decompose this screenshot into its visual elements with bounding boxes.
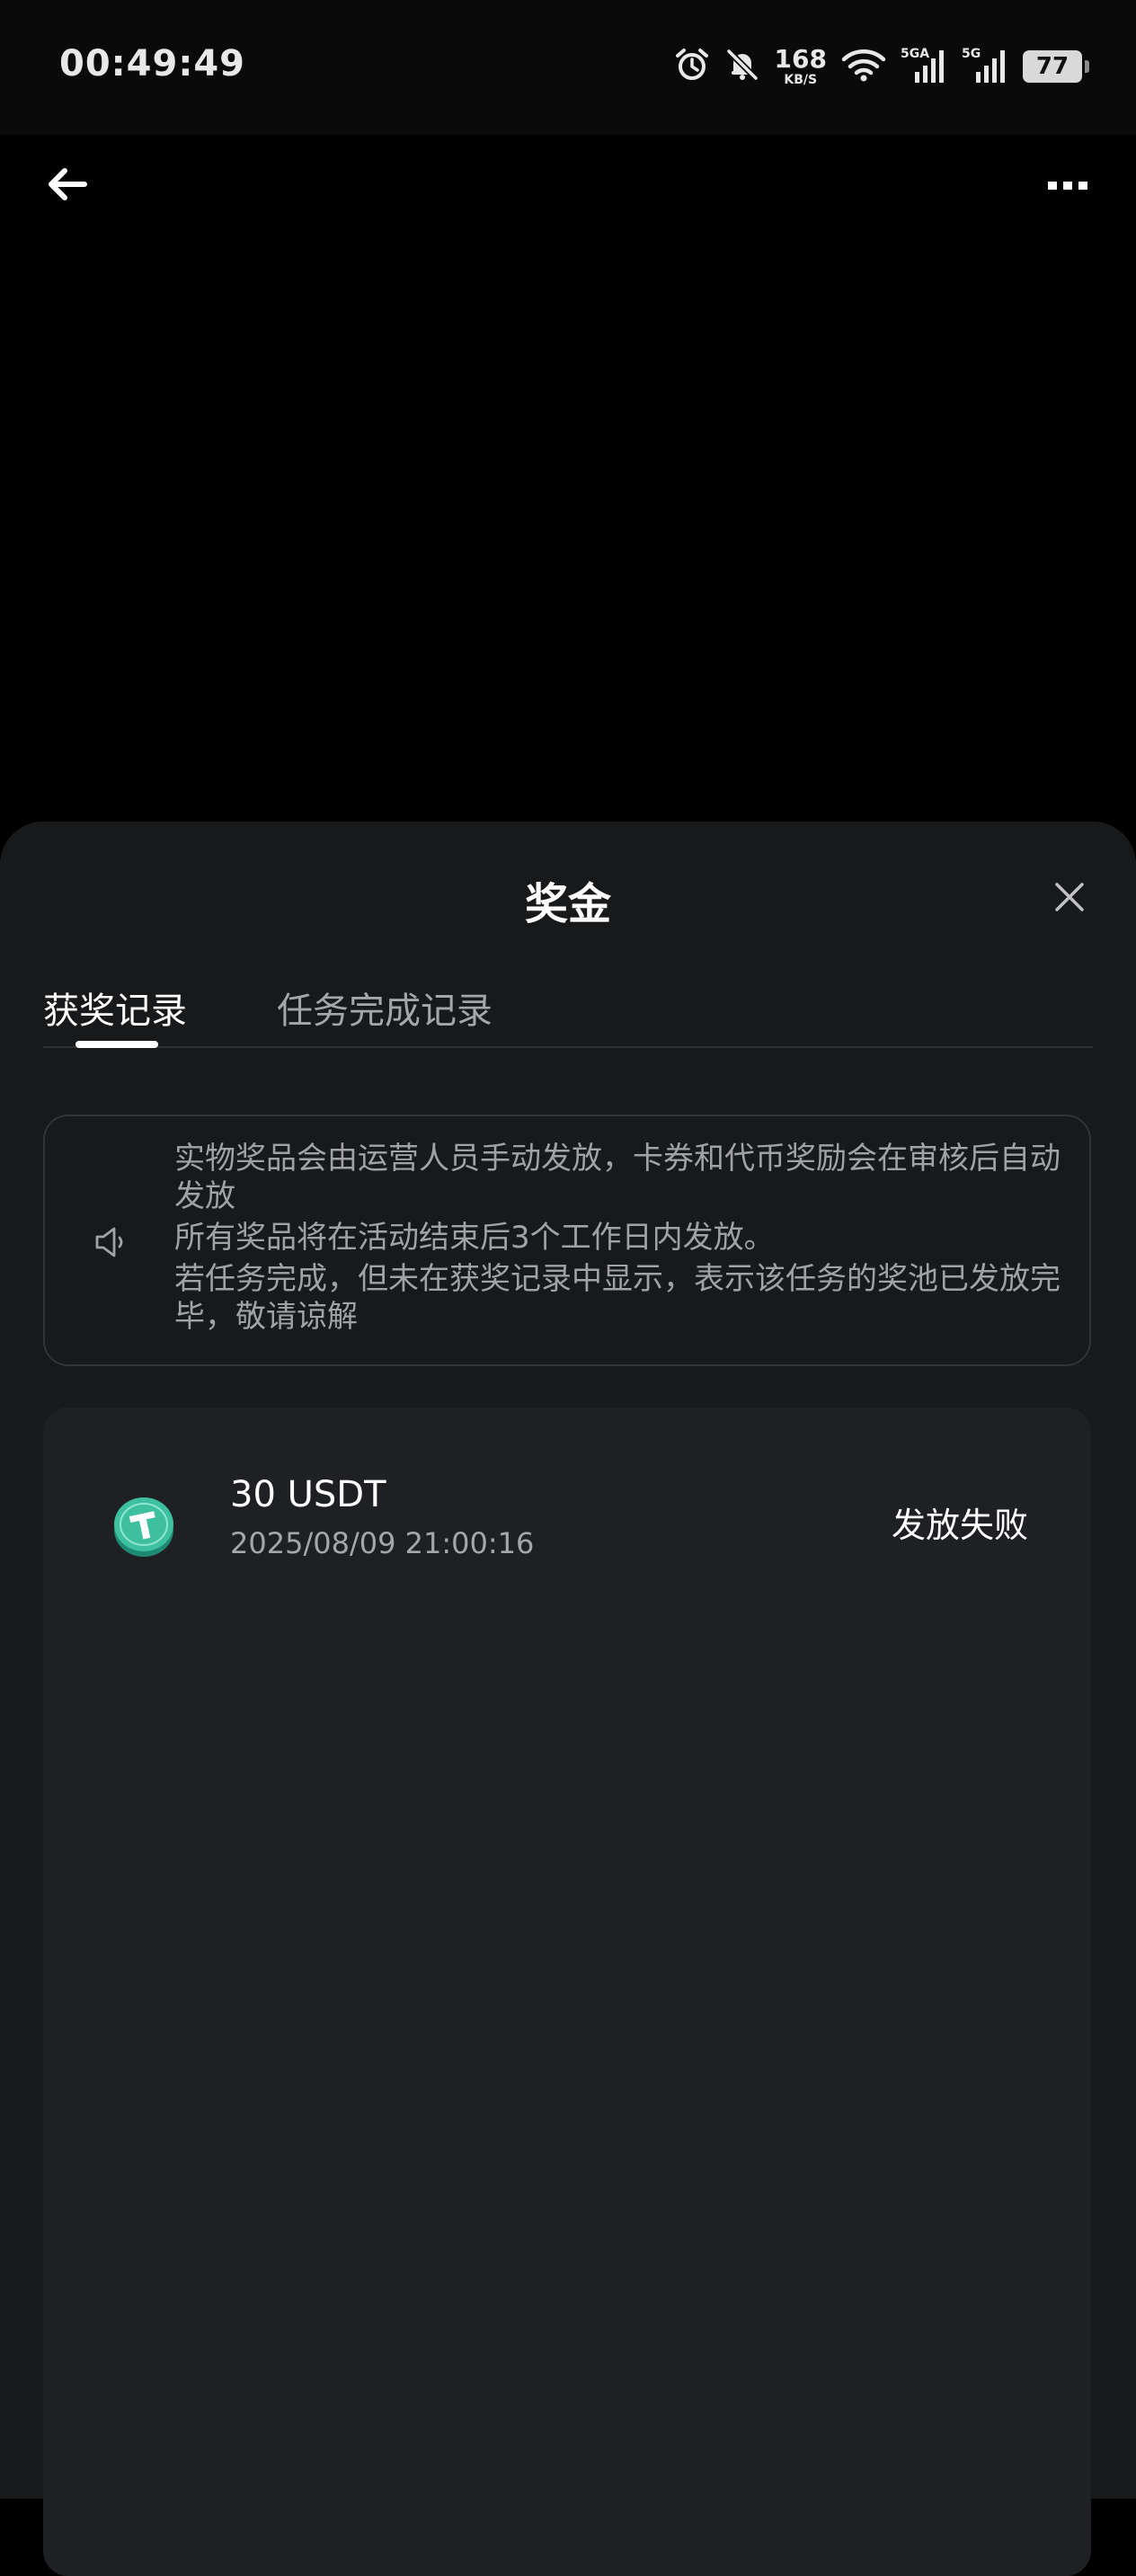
net-speed-unit: KB/S	[784, 73, 818, 87]
arrow-left-icon	[49, 168, 87, 200]
record-status: 发放失败	[891, 1506, 1028, 1545]
tab-indicator	[75, 1041, 158, 1048]
status-bar: 00:49:49 168 KB/S 5GA 5G 77	[0, 0, 1136, 135]
records-list: 30 USDT 2025/08/09 21:00:16 发放失败	[43, 1408, 1091, 2576]
usdt-coin-icon	[114, 1497, 173, 1557]
tab-award-records[interactable]: 获奖记录	[43, 982, 187, 1034]
more-button[interactable]	[1041, 167, 1095, 203]
sheet-title: 奖金	[524, 879, 611, 929]
signal-5g-icon: 5G	[962, 45, 1008, 88]
tab-task-records[interactable]: 任务完成记录	[277, 982, 493, 1034]
battery-icon: 77	[1023, 50, 1089, 83]
notice-line: 若任务完成，但未在获奖记录中显示，表示该任务的奖池已发放完毕，敬请谅解	[174, 1261, 1061, 1335]
record-amount: 30 USDT	[230, 1474, 386, 1515]
status-time: 00:49:49	[59, 43, 245, 84]
signal-5ga-label: 5GA	[901, 47, 929, 61]
notice-line: 实物奖品会由运营人员手动发放，卡券和代币奖励会在审核后自动发放	[174, 1141, 1061, 1214]
signal-5ga-icon: 5GA	[901, 45, 947, 88]
record-time: 2025/08/09 21:00:16	[230, 1526, 535, 1560]
net-speed-value: 168	[774, 44, 827, 74]
mute-icon	[724, 47, 760, 86]
alarm-icon	[674, 47, 710, 86]
more-icon	[1048, 182, 1087, 190]
wifi-icon	[841, 47, 886, 86]
net-speed: 168 KB/S	[774, 44, 827, 87]
notice-line: 所有奖品将在活动结束后3个工作日内发放。	[174, 1220, 775, 1256]
speaker-icon	[95, 1227, 123, 1257]
close-icon	[1055, 883, 1084, 911]
list-item[interactable]: 30 USDT 2025/08/09 21:00:16 发放失败	[43, 1408, 1091, 1605]
notice-box: 实物奖品会由运营人员手动发放，卡券和代币奖励会在审核后自动发放 所有奖品将在活动…	[43, 1115, 1091, 1366]
signal-5g-label: 5G	[962, 47, 981, 61]
close-button[interactable]	[1050, 877, 1089, 917]
tab-bar: 获奖记录 任务完成记录	[43, 982, 1093, 1048]
status-icons: 168 KB/S 5GA 5G 77	[674, 41, 1089, 92]
bonus-sheet: 奖金 获奖记录 任务完成记录 实物奖品会由运营人员手动发放，卡券和代币奖励会在审…	[0, 822, 1136, 2576]
notice-text: 实物奖品会由运营人员手动发放，卡券和代币奖励会在审核后自动发放 所有奖品将在活动…	[174, 1140, 1064, 1339]
back-button[interactable]	[41, 158, 93, 210]
battery-level: 77	[1035, 53, 1069, 80]
